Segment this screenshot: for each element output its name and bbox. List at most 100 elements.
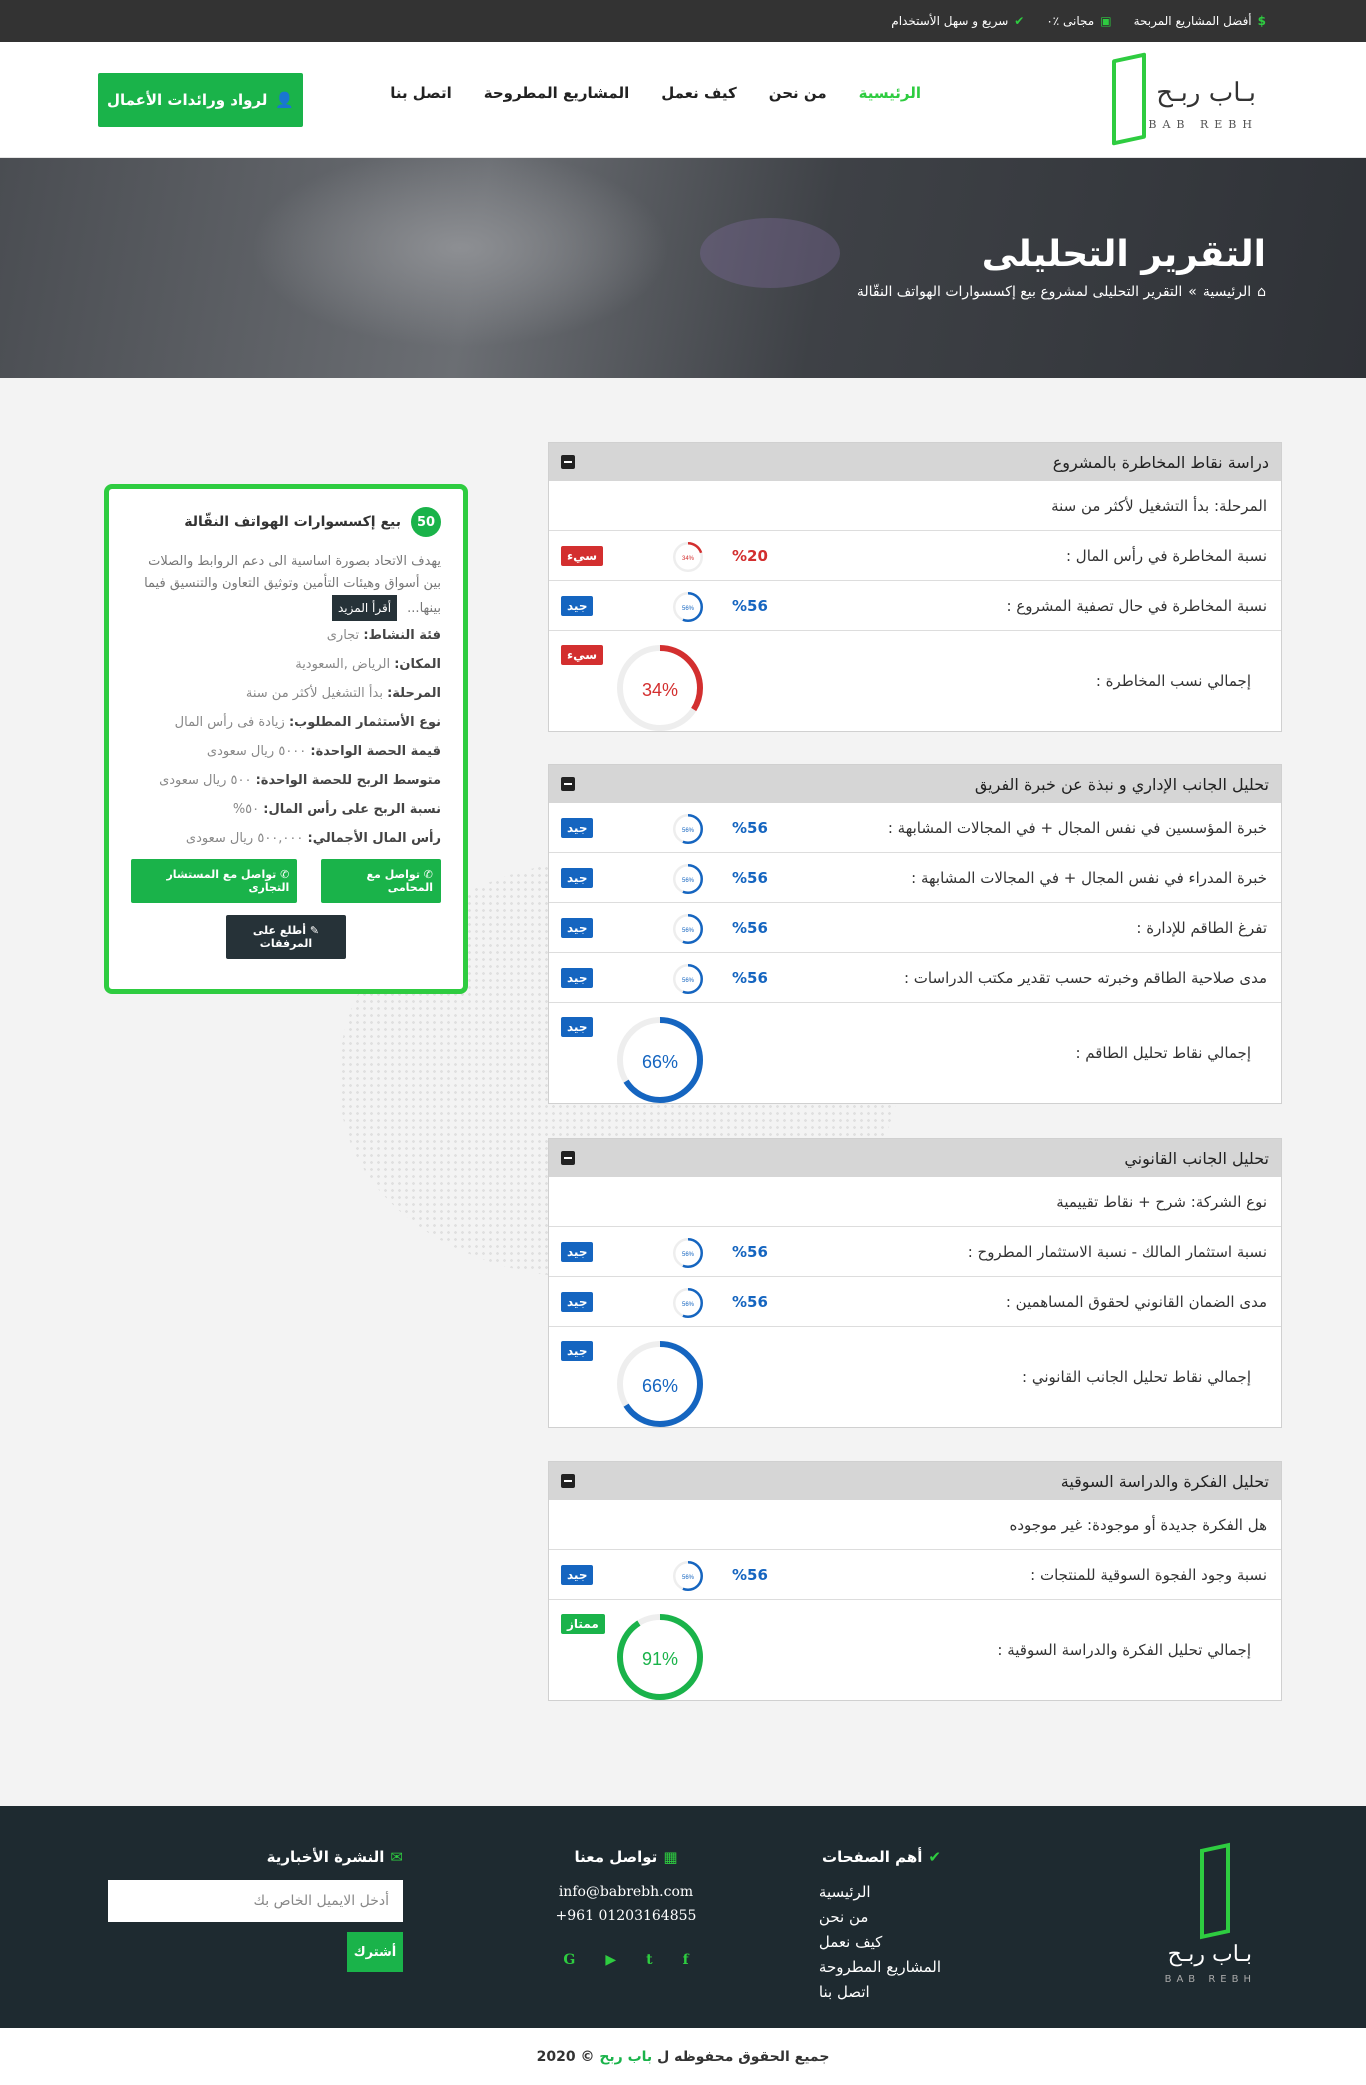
status-badge: سيء	[561, 545, 604, 566]
collapse-icon[interactable]	[561, 777, 575, 791]
breadcrumb-home[interactable]: الرئيسية	[1203, 284, 1251, 300]
nav-about[interactable]: من نحن	[769, 84, 827, 102]
collapse-icon[interactable]	[561, 1151, 575, 1165]
footer-link[interactable]: كيف نعمل	[819, 1930, 941, 1955]
attachments-button[interactable]: ✎ أطلع على المرفقات	[226, 915, 346, 959]
breadcrumb: ⌂ الرئيسية » التقرير التحليلى لمشروع بيع…	[856, 284, 1266, 300]
project-title: بيع إكسسوارات الهواتف النقّالة	[184, 514, 401, 530]
nav-projects[interactable]: المشاريع المطروحة	[484, 84, 629, 102]
svg-text:34%: 34%	[642, 680, 678, 700]
contact-lawyer-button[interactable]: ✆ تواصل مع المحامى	[321, 859, 441, 903]
analysis-panel: تحليل الفكرة والدراسة السوقية هل الفكرة ج…	[548, 1461, 1282, 1701]
collapse-icon[interactable]	[561, 1474, 575, 1488]
row-percent: %56	[732, 1292, 768, 1311]
site-header: بـاب ربـح BAB REBH الرئيسية من نحن كيف ن…	[0, 42, 1366, 158]
top-bar: $ أفضل المشاريع المربحة ▣ مجانى ٪٠ ✔ سريع و…	[0, 0, 1366, 42]
facebook-icon[interactable]: f	[683, 1948, 689, 1972]
contact-advisor-button[interactable]: ✆ تواصل مع المستشار التجارى	[131, 859, 298, 903]
youtube-icon[interactable]: ▶	[605, 1948, 616, 1972]
panel-header[interactable]: تحليل الفكرة والدراسة السوقية	[549, 1462, 1281, 1500]
nav-home[interactable]: الرئيسية	[859, 84, 921, 102]
status-badge: جيد	[561, 1291, 594, 1312]
svg-text:56%: 56%	[682, 1252, 695, 1258]
status-badge: ممتاز	[561, 1614, 605, 1634]
contact-phone: +961 01203164855	[555, 1908, 697, 1924]
project-field: فئة النشاط: تجارى	[326, 628, 441, 643]
svg-text:34%: 34%	[682, 556, 695, 562]
analysis-row: مدى الضمان القانوني لحقوق المساهمين : %56…	[549, 1277, 1281, 1327]
contact-email[interactable]: info@babrebh.com	[526, 1880, 726, 1904]
copyright: جميع الحقوق محفوظه ل باب ربح © 2020	[0, 2028, 1366, 2085]
analysis-row: هل الفكرة جديدة أو موجودة: غير موجوده	[549, 1500, 1281, 1550]
home-icon: ⌂	[1257, 284, 1266, 300]
site-footer: بـاب ربـح BAB REBH ✔ أهم الصفحات الرئيسية…	[0, 1806, 1366, 2028]
svg-text:66%: 66%	[642, 1376, 678, 1396]
panel-header[interactable]: تحليل الجانب القانوني	[549, 1139, 1281, 1177]
footer-pages: ✔ أهم الصفحات الرئيسية من نحن كيف نعمل ال…	[819, 1848, 941, 2005]
progress-ring: 56%	[673, 592, 703, 622]
status-badge: جيد	[561, 867, 594, 888]
progress-ring: 34%	[673, 542, 703, 572]
svg-text:56%: 56%	[682, 978, 695, 984]
subscribe-button[interactable]: أشترك	[347, 1932, 403, 1972]
twitter-icon[interactable]: t	[646, 1948, 652, 1972]
status-badge: جيد	[561, 1017, 594, 1037]
svg-text:56%: 56%	[682, 878, 695, 884]
analysis-panel: دراسة نقاط المخاطرة بالمشروع المرحلة: بدأ…	[548, 442, 1282, 732]
analysis-row: نسبة استثمار المالك - نسبة الاستثمار الم…	[549, 1227, 1281, 1277]
project-field: قيمة الحصة الواحدة: ٥٠٠٠ ريال سعودى	[206, 744, 441, 759]
panel-total: إجمالي تحليل الفكرة والدراسة السوقية : 9…	[549, 1600, 1281, 1700]
panel-header[interactable]: تحليل الجانب الإداري و نبذة عن خبرة الفر…	[549, 765, 1281, 803]
project-field: المكان: الرياض ,السعودية	[295, 657, 441, 672]
project-field: رأس المال الأجمالي: ٥٠٠,٠٠٠ ريال سعودى	[185, 831, 441, 846]
status-badge: جيد	[561, 817, 594, 838]
footer-link[interactable]: المشاريع المطروحة	[819, 1955, 941, 1980]
newsletter-email-input[interactable]: أدخل الايميل الخاص بك	[108, 1880, 403, 1922]
progress-ring: 66%	[617, 1341, 703, 1427]
page-banner: التقرير التحليلى ⌂ الرئيسية » التقرير ال…	[0, 158, 1366, 378]
row-percent: %56	[732, 1242, 768, 1261]
entrepreneurs-button[interactable]: 👤 لرواد ورائدات الأعمال	[98, 73, 303, 127]
analysis-row: خبرة المدراء في نفس المجال + في المجالات…	[549, 853, 1281, 903]
row-percent: %56	[732, 1565, 768, 1584]
analysis-panel: تحليل الجانب القانوني نوع الشركة: شرح + ن…	[548, 1138, 1282, 1428]
topbar-item: ▣ مجانى ٪٠	[1046, 14, 1112, 28]
footer-link[interactable]: اتصل بنا	[819, 1980, 941, 2005]
svg-text:56%: 56%	[682, 928, 695, 934]
status-badge: جيد	[561, 1341, 594, 1361]
read-more-button[interactable]: أقرأ المزيد	[332, 595, 398, 621]
analysis-row: نوع الشركة: شرح + نقاط تقييمية	[549, 1177, 1281, 1227]
svg-text:56%: 56%	[682, 606, 695, 612]
analysis-row: نسبة المخاطرة في حال تصفية المشروع : %56 …	[549, 581, 1281, 631]
progress-ring: 56%	[673, 914, 703, 944]
dollar-icon: $	[1257, 14, 1266, 28]
progress-ring: 56%	[673, 1561, 703, 1591]
panel-header[interactable]: دراسة نقاط المخاطرة بالمشروع	[549, 443, 1281, 481]
progress-ring: 66%	[617, 1017, 703, 1103]
topbar-item: $ أفضل المشاريع المربحة	[1133, 14, 1266, 28]
nav-how[interactable]: كيف نعمل	[661, 84, 736, 102]
svg-text:91%: 91%	[642, 1649, 678, 1669]
status-badge: جيد	[561, 1241, 594, 1262]
panel-total: إجمالي نسب المخاطرة : 34% سيء	[549, 631, 1281, 731]
project-card: 50 بيع إكسسوارات الهواتف النقّالة يهدف ا…	[104, 484, 468, 994]
progress-ring: 56%	[673, 814, 703, 844]
footer-link[interactable]: الرئيسية	[819, 1880, 941, 1905]
nav-contact[interactable]: اتصل بنا	[390, 84, 452, 102]
svg-text:56%: 56%	[682, 828, 695, 834]
page-title: التقرير التحليلى	[981, 234, 1266, 275]
google-icon[interactable]: G	[563, 1948, 575, 1972]
svg-text:56%: 56%	[682, 1575, 695, 1581]
site-logo[interactable]: بـاب ربـح BAB REBH	[1106, 52, 1266, 147]
status-badge: جيد	[561, 595, 594, 616]
collapse-icon[interactable]	[561, 455, 575, 469]
row-percent: %20	[732, 546, 768, 565]
money-icon: ▣	[1100, 14, 1112, 28]
analysis-row: تفرغ الطاقم للإدارة : %56 56% جيد	[549, 903, 1281, 953]
qr-icon: ▦	[663, 1848, 678, 1866]
status-badge: جيد	[561, 1564, 594, 1585]
main-nav: الرئيسية من نحن كيف نعمل المشاريع المطرو…	[390, 84, 921, 102]
row-percent: %56	[732, 868, 768, 887]
footer-link[interactable]: من نحن	[819, 1905, 941, 1930]
analysis-row: نسبة المخاطرة في رأس المال : %20 34% سيء	[549, 531, 1281, 581]
